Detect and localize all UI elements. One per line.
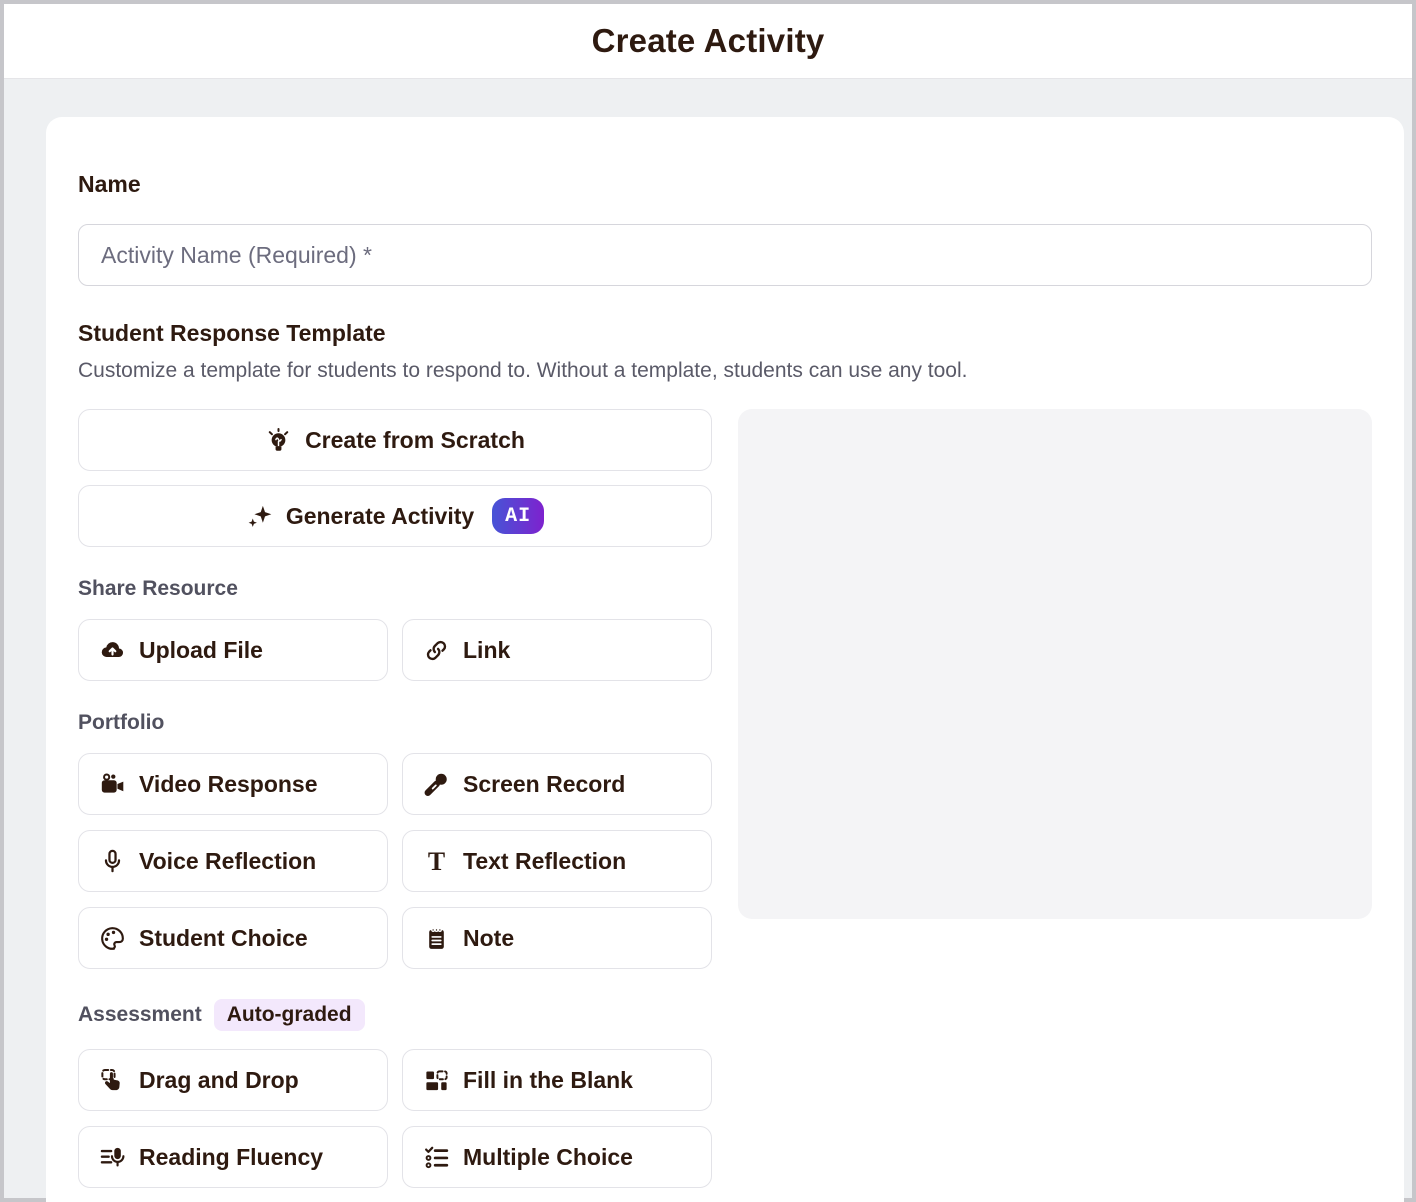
screen-record-label: Screen Record <box>463 771 625 798</box>
handheld-mic-icon <box>423 771 450 798</box>
share-resource-grid: Upload File Link <box>78 619 712 681</box>
upload-file-label: Upload File <box>139 637 263 664</box>
drag-and-drop-label: Drag and Drop <box>139 1067 299 1094</box>
text-t-icon: T <box>423 848 450 875</box>
text-reflection-button[interactable]: T Text Reflection <box>402 830 712 892</box>
assessment-grid: Drag and Drop Fill in the Blank <box>78 1049 712 1188</box>
template-options-column: Create from Scratch Generate Activity AI… <box>78 409 712 1188</box>
drag-and-drop-button[interactable]: Drag and Drop <box>78 1049 388 1111</box>
blocks-icon <box>423 1067 450 1094</box>
share-resource-label: Share Resource <box>78 577 712 601</box>
template-heading: Student Response Template <box>78 320 1372 347</box>
link-button[interactable]: Link <box>402 619 712 681</box>
sparkles-icon <box>246 503 273 530</box>
palette-icon <box>99 925 126 952</box>
checklist-icon <box>423 1144 450 1171</box>
auto-graded-badge: Auto-graded <box>214 999 365 1031</box>
link-icon <box>423 637 450 664</box>
generate-activity-button[interactable]: Generate Activity AI <box>78 485 712 547</box>
text-reflection-label: Text Reflection <box>463 848 626 875</box>
video-response-label: Video Response <box>139 771 318 798</box>
page-title: Create Activity <box>592 22 825 60</box>
create-from-scratch-button[interactable]: Create from Scratch <box>78 409 712 471</box>
reading-mic-icon <box>99 1144 126 1171</box>
video-response-button[interactable]: Video Response <box>78 753 388 815</box>
fill-in-the-blank-button[interactable]: Fill in the Blank <box>402 1049 712 1111</box>
upload-file-button[interactable]: Upload File <box>78 619 388 681</box>
assessment-header: Assessment Auto-graded <box>78 999 712 1031</box>
svg-text:T: T <box>428 848 445 875</box>
template-preview-panel <box>738 409 1372 919</box>
reading-fluency-label: Reading Fluency <box>139 1144 323 1171</box>
activity-name-input[interactable] <box>78 224 1372 286</box>
dialog-header: Create Activity <box>4 4 1412 79</box>
assessment-label: Assessment <box>78 1003 202 1027</box>
voice-reflection-button[interactable]: Voice Reflection <box>78 830 388 892</box>
voice-reflection-label: Voice Reflection <box>139 848 316 875</box>
note-label: Note <box>463 925 514 952</box>
drag-hand-icon <box>99 1067 126 1094</box>
upload-cloud-icon <box>99 637 126 664</box>
fill-in-the-blank-label: Fill in the Blank <box>463 1067 633 1094</box>
multiple-choice-button[interactable]: Multiple Choice <box>402 1126 712 1188</box>
reading-fluency-button[interactable]: Reading Fluency <box>78 1126 388 1188</box>
ai-badge: AI <box>492 498 544 534</box>
student-choice-label: Student Choice <box>139 925 308 952</box>
name-label: Name <box>78 171 1372 198</box>
notepad-icon <box>423 925 450 952</box>
portfolio-label: Portfolio <box>78 711 712 735</box>
create-from-scratch-label: Create from Scratch <box>305 427 525 454</box>
screen-record-button[interactable]: Screen Record <box>402 753 712 815</box>
note-button[interactable]: Note <box>402 907 712 969</box>
multiple-choice-label: Multiple Choice <box>463 1144 633 1171</box>
video-camera-icon <box>99 771 126 798</box>
link-label: Link <box>463 637 510 664</box>
lightbulb-icon <box>265 427 292 454</box>
template-description: Customize a template for students to res… <box>78 359 1372 383</box>
create-activity-card: Name Student Response Template Customize… <box>46 117 1404 1202</box>
microphone-icon <box>99 848 126 875</box>
student-choice-button[interactable]: Student Choice <box>78 907 388 969</box>
generate-activity-label: Generate Activity <box>286 503 474 530</box>
portfolio-grid: Video Response Screen Record <box>78 753 712 969</box>
